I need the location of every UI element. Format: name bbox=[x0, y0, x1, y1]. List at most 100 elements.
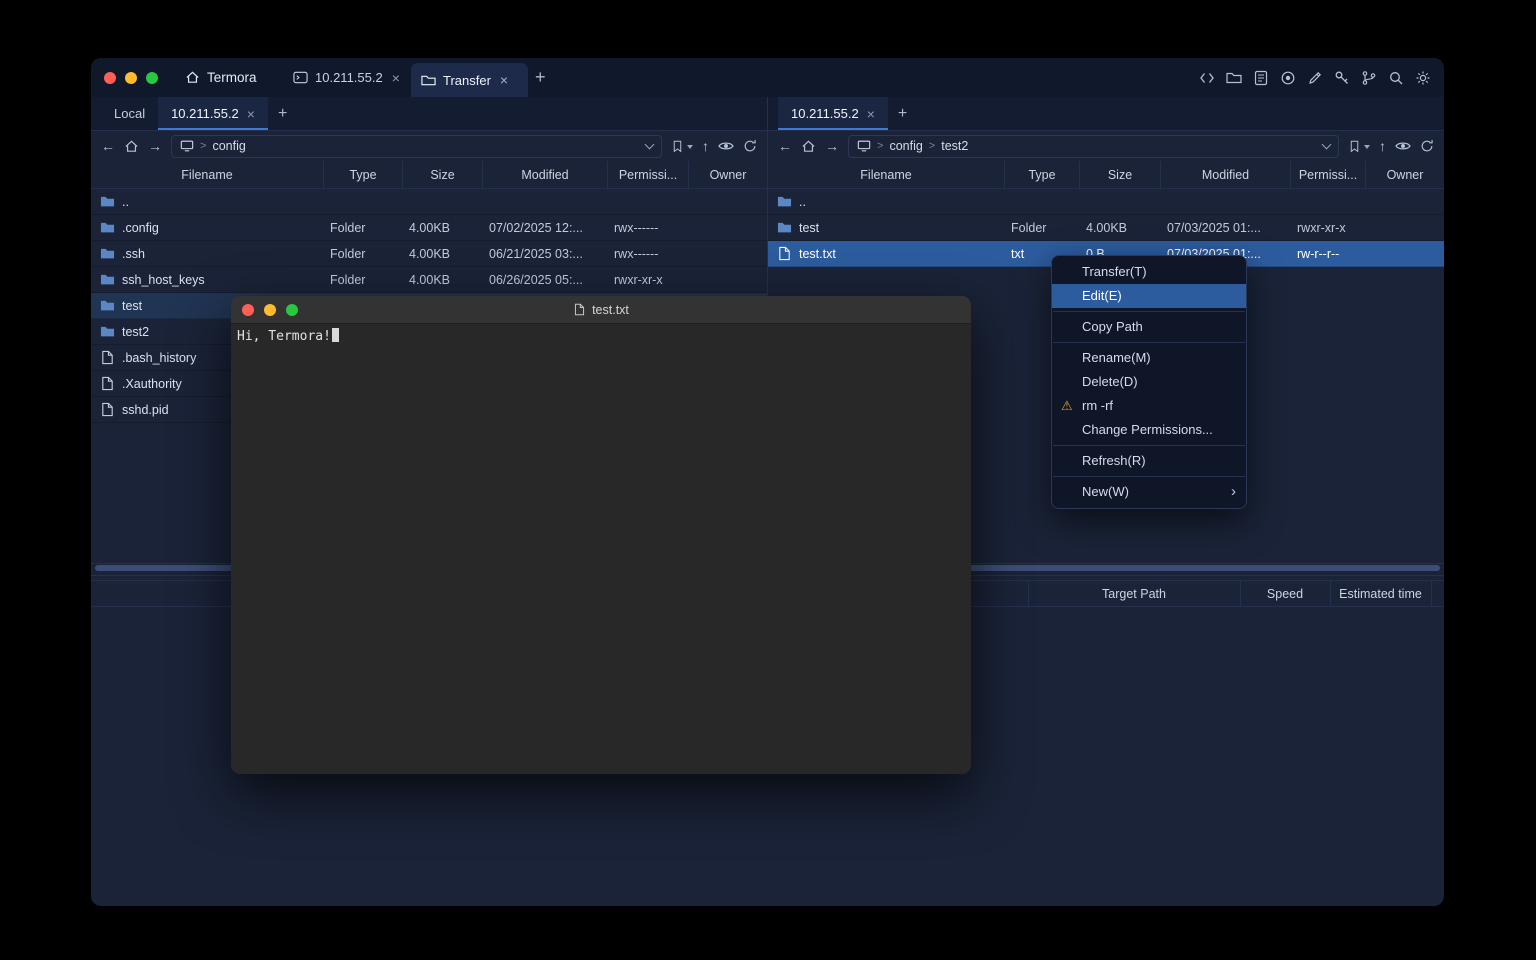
folder-icon bbox=[777, 220, 792, 235]
show-hidden-eye-icon[interactable] bbox=[1395, 138, 1411, 154]
left-table-header: Filename Type Size Modified Permissi... … bbox=[91, 161, 767, 189]
menu-separator bbox=[1053, 476, 1245, 477]
file-row[interactable]: test Folder 4.00KB 07/03/2025 01:... rwx… bbox=[768, 215, 1444, 241]
close-window-button[interactable] bbox=[104, 72, 116, 84]
file-row[interactable]: ssh_host_keys Folder 4.00KB 06/26/2025 0… bbox=[91, 267, 767, 293]
refresh-icon[interactable] bbox=[743, 139, 757, 153]
settings-gear-icon[interactable] bbox=[1415, 70, 1431, 86]
column-header-permissions[interactable]: Permissi... bbox=[1291, 161, 1366, 188]
record-icon[interactable] bbox=[1280, 70, 1296, 86]
file-owner-cell bbox=[689, 215, 767, 240]
upload-icon[interactable]: ↑ bbox=[702, 139, 709, 153]
zoom-window-button[interactable] bbox=[146, 72, 158, 84]
menu-item-copy-path[interactable]: Copy Path bbox=[1052, 315, 1246, 339]
column-header-size[interactable]: Size bbox=[403, 161, 483, 188]
key-icon[interactable] bbox=[1334, 70, 1350, 86]
breadcrumb-segment[interactable]: config bbox=[889, 139, 922, 153]
tab-remote-host[interactable]: 10.211.55.2 × bbox=[158, 97, 268, 130]
close-tab-icon[interactable]: × bbox=[867, 106, 875, 122]
code-icon[interactable] bbox=[1199, 70, 1215, 86]
column-header-owner[interactable]: Owner bbox=[1366, 161, 1444, 188]
breadcrumb-segment[interactable]: config bbox=[212, 139, 245, 153]
folder-icon[interactable] bbox=[1226, 70, 1242, 86]
chevron-down-icon[interactable] bbox=[1322, 140, 1332, 150]
column-header-speed[interactable]: Speed bbox=[1240, 581, 1330, 606]
editor-titlebar[interactable]: test.txt bbox=[231, 296, 971, 324]
minimize-window-button[interactable] bbox=[125, 72, 137, 84]
editor-content[interactable]: Hi, Termora! bbox=[231, 324, 971, 774]
computer-icon bbox=[180, 139, 194, 153]
forward-icon[interactable]: → bbox=[825, 139, 839, 153]
file-permissions-cell: rwx------ bbox=[608, 215, 689, 240]
breadcrumb-segment[interactable]: test2 bbox=[941, 139, 968, 153]
editor-window-controls bbox=[242, 304, 298, 316]
close-tab-icon[interactable]: × bbox=[500, 72, 508, 88]
bookmark-icon[interactable] bbox=[1348, 140, 1361, 153]
submenu-arrow-icon: › bbox=[1231, 480, 1236, 504]
column-header-modified[interactable]: Modified bbox=[1161, 161, 1291, 188]
file-size-cell: 4.00KB bbox=[1080, 215, 1161, 240]
bookmark-group[interactable] bbox=[1348, 140, 1370, 153]
left-panel-toolbar: ← → > config ↑ bbox=[91, 131, 767, 161]
menu-item-rm-rf[interactable]: ⚠rm -rf bbox=[1052, 394, 1246, 418]
editor-minimize-button[interactable] bbox=[264, 304, 276, 316]
app-home-tab[interactable]: Termora bbox=[185, 58, 257, 97]
column-header-modified[interactable]: Modified bbox=[483, 161, 608, 188]
column-header-target-path[interactable]: Target Path bbox=[1028, 581, 1240, 606]
tab-remote-host[interactable]: 10.211.55.2 × bbox=[778, 97, 888, 130]
column-header-owner[interactable]: Owner bbox=[689, 161, 767, 188]
tab-local[interactable]: Local bbox=[101, 97, 158, 130]
file-row-parent-dir[interactable]: .. bbox=[768, 189, 1444, 215]
menu-item-rename[interactable]: Rename(M) bbox=[1052, 346, 1246, 370]
new-panel-tab-button[interactable]: + bbox=[888, 97, 917, 130]
editor-zoom-button[interactable] bbox=[286, 304, 298, 316]
close-tab-icon[interactable]: × bbox=[247, 106, 255, 122]
chevron-down-icon[interactable] bbox=[645, 140, 655, 150]
column-header-filename[interactable]: Filename bbox=[768, 161, 1005, 188]
back-icon[interactable]: ← bbox=[101, 139, 115, 153]
file-type-cell: Folder bbox=[324, 241, 403, 266]
upload-icon[interactable]: ↑ bbox=[1379, 139, 1386, 153]
column-header-permissions[interactable]: Permissi... bbox=[608, 161, 689, 188]
file-name: .Xauthority bbox=[122, 377, 182, 391]
log-icon[interactable] bbox=[1253, 70, 1269, 86]
pencil-icon[interactable] bbox=[1307, 70, 1323, 86]
refresh-icon[interactable] bbox=[1420, 139, 1434, 153]
home-icon[interactable] bbox=[124, 139, 139, 154]
menu-item-new[interactable]: New(W) › bbox=[1052, 480, 1246, 504]
back-icon[interactable]: ← bbox=[778, 139, 792, 153]
column-header-estimated-time[interactable]: Estimated time bbox=[1330, 581, 1431, 606]
editor-close-button[interactable] bbox=[242, 304, 254, 316]
file-name: test bbox=[799, 221, 819, 235]
tab-terminal-session[interactable]: 10.211.55.2 × bbox=[283, 58, 411, 97]
column-header-type[interactable]: Type bbox=[1005, 161, 1080, 188]
menu-item-delete[interactable]: Delete(D) bbox=[1052, 370, 1246, 394]
forward-icon[interactable]: → bbox=[148, 139, 162, 153]
file-row[interactable]: .config Folder 4.00KB 07/02/2025 12:... … bbox=[91, 215, 767, 241]
file-permissions-cell bbox=[608, 189, 689, 214]
file-owner-cell bbox=[689, 241, 767, 266]
path-bar[interactable]: > config bbox=[171, 135, 662, 158]
menu-item-change-permissions[interactable]: Change Permissions... bbox=[1052, 418, 1246, 442]
bookmark-icon[interactable] bbox=[671, 140, 684, 153]
new-tab-button[interactable]: + bbox=[535, 58, 546, 97]
close-tab-icon[interactable]: × bbox=[392, 70, 400, 86]
column-header-size[interactable]: Size bbox=[1080, 161, 1161, 188]
bookmark-group[interactable] bbox=[671, 140, 693, 153]
home-icon[interactable] bbox=[801, 139, 816, 154]
tab-transfer[interactable]: Transfer × bbox=[411, 63, 528, 97]
file-row[interactable]: .ssh Folder 4.00KB 06/21/2025 03:... rwx… bbox=[91, 241, 767, 267]
column-header-filename[interactable]: Filename bbox=[91, 161, 324, 188]
bookmark-dropdown-icon[interactable] bbox=[1364, 145, 1370, 152]
menu-item-transfer[interactable]: Transfer(T) bbox=[1052, 260, 1246, 284]
file-row-parent-dir[interactable]: .. bbox=[91, 189, 767, 215]
bookmark-dropdown-icon[interactable] bbox=[687, 145, 693, 152]
menu-item-refresh[interactable]: Refresh(R) bbox=[1052, 449, 1246, 473]
search-icon[interactable] bbox=[1388, 70, 1404, 86]
show-hidden-eye-icon[interactable] bbox=[718, 138, 734, 154]
git-branch-icon[interactable] bbox=[1361, 70, 1377, 86]
column-header-type[interactable]: Type bbox=[324, 161, 403, 188]
path-bar[interactable]: > config > test2 bbox=[848, 135, 1339, 158]
menu-item-edit[interactable]: Edit(E) bbox=[1052, 284, 1246, 308]
new-panel-tab-button[interactable]: + bbox=[268, 97, 297, 130]
